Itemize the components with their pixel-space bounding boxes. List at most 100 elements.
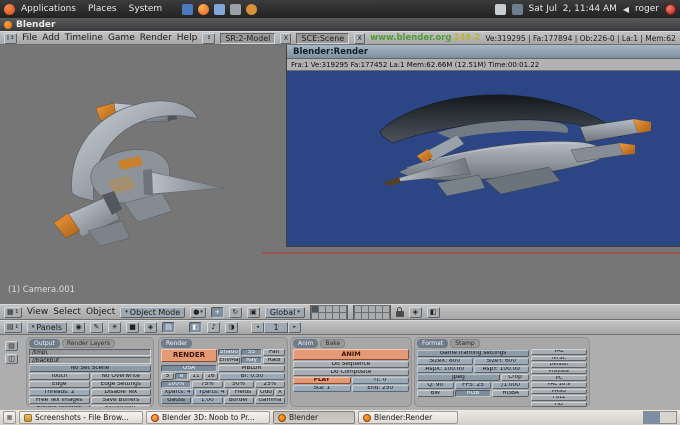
tab-output[interactable]: Output <box>29 339 60 348</box>
pano-toggle[interactable]: Pan <box>263 349 286 356</box>
filter-size-field[interactable]: 1.00 <box>192 397 223 404</box>
edge-settings-button[interactable]: Edge Settings <box>90 381 151 388</box>
task-blender[interactable]: Blender <box>273 411 355 424</box>
tab-anim[interactable]: Anim <box>293 339 319 348</box>
quality-field[interactable]: Q: 90 <box>417 382 454 389</box>
ray-toggle[interactable]: Ray <box>240 357 263 364</box>
fps-base-field[interactable]: /1.000 <box>492 382 530 389</box>
odd-toggle[interactable]: Odd <box>258 389 274 396</box>
osa-11-button[interactable]: 11 <box>189 373 203 380</box>
spaceship-model[interactable] <box>53 100 225 247</box>
notification-icon[interactable] <box>494 3 506 15</box>
task-blender-render[interactable]: Blender:Render <box>358 411 458 424</box>
manipulator-rotate-toggle[interactable]: ↻ <box>228 306 242 318</box>
screen-selector[interactable]: SR:2-Model <box>220 32 276 44</box>
osa-toggle[interactable]: OSA <box>161 365 217 372</box>
ubuntu-logo-icon[interactable] <box>4 3 15 15</box>
bw-toggle[interactable]: BW <box>417 390 454 397</box>
osa-16-button[interactable]: 16 <box>204 373 218 380</box>
view-menu[interactable]: View <box>27 307 48 317</box>
rt-field[interactable]: rt: 0 <box>351 377 409 384</box>
save-buffers-toggle[interactable]: Save Buffers <box>90 397 151 404</box>
envmap-toggle[interactable]: EnvMa <box>218 357 240 364</box>
launcher-icon-4[interactable] <box>246 3 258 15</box>
subcontext-sound-button[interactable]: ◑ <box>225 322 239 333</box>
select-menu[interactable]: Select <box>53 307 81 317</box>
window-titlebar[interactable]: Blender <box>0 18 680 31</box>
editor-type-selector[interactable]: i ↕ <box>4 32 18 44</box>
editor-type-selector[interactable]: ▤ ↕ <box>4 322 22 333</box>
power-icon[interactable] <box>665 3 676 15</box>
object-menu[interactable]: Object <box>86 307 115 317</box>
sizey-field[interactable]: SizeY: 600 <box>473 358 529 365</box>
tab-stamp[interactable]: Stamp <box>450 339 480 348</box>
preset-pal169-button[interactable]: PAL 16:9 <box>531 381 587 388</box>
username[interactable]: roger <box>635 4 659 14</box>
tab-bake[interactable]: Bake <box>320 339 346 348</box>
draw-type-selector[interactable]: ● ▾ <box>190 306 206 318</box>
render-button[interactable]: RENDER <box>161 349 217 362</box>
yparts-field[interactable]: Yparts: 4 <box>195 389 228 396</box>
render-menu[interactable]: Render <box>140 33 172 43</box>
tab-render-layers[interactable]: Render Layers <box>61 339 115 348</box>
orientation-selector[interactable]: Global ▾ <box>264 306 305 318</box>
system-menu[interactable]: System <box>123 4 169 14</box>
sizex-field[interactable]: SizeX: 800 <box>417 358 473 365</box>
launcher-icon-2[interactable] <box>214 3 226 15</box>
file-menu[interactable]: File <box>22 33 37 43</box>
border-toggle[interactable]: Border <box>223 397 254 404</box>
subcontext-anim-button[interactable]: ♪ <box>207 322 221 333</box>
fields-toggle[interactable]: Fields <box>229 389 257 396</box>
frame-step-back-button[interactable]: ◂ <box>251 322 265 333</box>
fields-x-toggle[interactable]: X <box>275 389 285 396</box>
subcontext-render-button[interactable]: ◧ <box>189 322 203 333</box>
layer-buttons-left[interactable] <box>309 305 348 319</box>
end-frame-field[interactable]: End: 250 <box>351 385 409 392</box>
game-menu[interactable]: Game <box>108 33 135 43</box>
shadow-toggle[interactable]: Shado <box>218 349 240 356</box>
touch-toggle[interactable]: Touch <box>29 373 90 380</box>
free-tex-images-toggle[interactable]: Free Tex Images <box>29 397 90 404</box>
blur-factor-field[interactable]: Bf: 0.50 <box>219 373 285 380</box>
threads-field[interactable]: Threads: 2 <box>29 389 90 396</box>
task-firefox[interactable]: Blender 3D: Noob to Pr... <box>146 411 270 424</box>
frame-step-forward-button[interactable]: ▸ <box>288 322 302 333</box>
do-sequence-toggle[interactable]: Do Sequence <box>293 361 409 368</box>
context-logic-button[interactable]: ◉ <box>72 322 86 333</box>
fps-field[interactable]: FPS: 25 <box>454 382 492 389</box>
editor-type-selector[interactable]: ▦ ↕ <box>4 306 22 318</box>
play-button[interactable]: PLAY <box>293 377 351 384</box>
mblur-toggle[interactable]: MBLUR <box>218 365 285 372</box>
set-scene-menu[interactable]: No Set Scene <box>29 365 151 372</box>
preset-ntsc-button[interactable]: NTSC <box>531 355 587 362</box>
add-menu[interactable]: Add <box>42 33 59 43</box>
do-composite-toggle[interactable]: Do Composite <box>293 369 409 376</box>
lock-icon[interactable] <box>395 306 404 317</box>
current-frame-field[interactable]: 1 <box>264 322 289 333</box>
snap-toggle[interactable]: ◈ <box>408 306 422 318</box>
filter-menu[interactable]: Gauss <box>161 397 192 404</box>
size-25-button[interactable]: 25% <box>254 381 285 388</box>
panels-menu[interactable]: ▾ Panels <box>26 322 68 333</box>
size-75-button[interactable]: 75% <box>192 381 223 388</box>
osa-5-button[interactable]: 5 <box>161 373 174 380</box>
workspace-2[interactable] <box>660 412 676 423</box>
anim-button[interactable]: ANIM <box>293 349 409 360</box>
screen-delete-button[interactable]: X <box>280 32 292 44</box>
game-framing-button[interactable]: Game framing settings <box>417 350 529 357</box>
preset-default-button[interactable]: Default <box>531 362 587 368</box>
preset-pano-button[interactable]: PANO <box>531 388 587 395</box>
context-script-button[interactable]: ✎ <box>90 322 104 333</box>
render-window-titlebar[interactable]: Blender:Render <box>287 45 680 59</box>
disable-tex-toggle[interactable]: Disable Tex <box>90 389 151 396</box>
launcher-icon-3[interactable] <box>230 3 242 15</box>
scene-selector[interactable]: SCE:Scene <box>296 32 350 44</box>
timeline-menu[interactable]: Timeline <box>65 33 103 43</box>
render-result[interactable] <box>287 71 680 246</box>
no-overwrite-toggle[interactable]: No Overwrite <box>90 373 151 380</box>
manipulator-translate-toggle[interactable]: + <box>210 306 224 318</box>
mode-selector[interactable]: ▾ Object Mode <box>120 306 186 318</box>
render-preview-button[interactable]: ◧ <box>426 306 440 318</box>
aspx-field[interactable]: AspX: 100.00 <box>417 366 473 373</box>
rgb-toggle[interactable]: RGB <box>454 390 492 397</box>
